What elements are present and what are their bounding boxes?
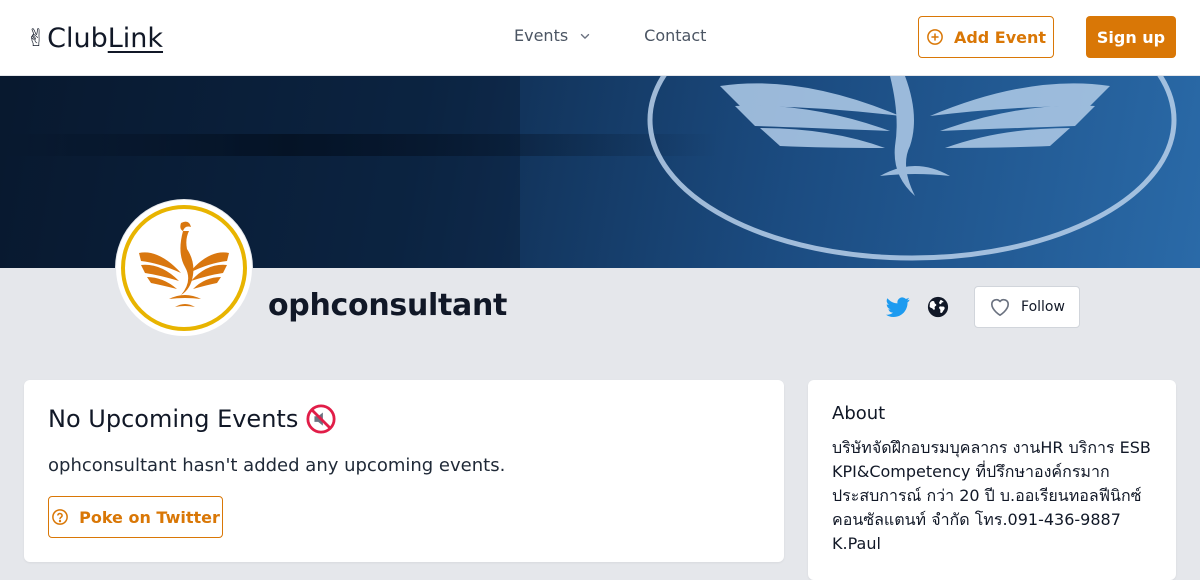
poke-on-twitter-button[interactable]: Poke on Twitter <box>48 496 223 538</box>
nav-events-label: Events <box>514 26 569 45</box>
logo-text-link: Link <box>107 22 164 54</box>
add-event-button[interactable]: Add Event <box>918 16 1054 58</box>
follow-label: Follow <box>1021 299 1065 315</box>
profile-avatar <box>116 200 252 336</box>
upcoming-events-card: No Upcoming Events ophconsultant hasn't … <box>24 380 784 562</box>
profile-name: ophconsultant <box>268 288 508 323</box>
nav-contact-link[interactable]: Contact <box>644 26 706 45</box>
about-line: K.Paul <box>832 534 881 553</box>
about-line: คอนซัลแตนท์ จำกัด โทร.091-436-9887 <box>832 510 1121 529</box>
no-events-message: ophconsultant hasn't added any upcoming … <box>48 455 506 476</box>
heart-outline-icon <box>991 298 1010 316</box>
signup-label: Sign up <box>1096 27 1166 47</box>
follow-button[interactable]: Follow <box>974 286 1080 328</box>
signup-button[interactable]: Sign up <box>1086 16 1176 58</box>
clublink-logo[interactable]: ✌ Club Link <box>26 22 163 54</box>
chevron-down-icon <box>580 33 590 39</box>
add-event-label: Add Event <box>953 27 1047 47</box>
phoenix-logo-icon <box>121 205 247 331</box>
question-circle-icon <box>52 509 68 525</box>
muted-speaker-icon <box>306 404 336 434</box>
logo-text-club: Club <box>47 22 108 54</box>
site-header: ✌ Club Link Events Contact Add Event Sign … <box>0 0 1200 76</box>
about-heading: About <box>832 403 886 424</box>
events-heading: No Upcoming Events <box>48 404 336 434</box>
events-title-text: No Upcoming Events <box>48 405 299 433</box>
about-line: ประสบการณ์ กว่า 20 ปี บ.ออเรียนทอลฟีนิกซ… <box>832 486 1142 505</box>
main-nav: Events Contact <box>514 26 706 45</box>
about-description: บริษัทจัดฝึกอบรมบุคลากร งานHR บริการ ESB… <box>832 436 1162 556</box>
nav-contact-label: Contact <box>644 26 707 45</box>
globe-icon[interactable] <box>927 296 949 318</box>
plus-circle-icon <box>927 29 943 45</box>
poke-label: Poke on Twitter <box>79 507 220 527</box>
about-line: บริษัทจัดฝึกอบรมบุคลากร งานHR บริการ ESB <box>832 438 1151 457</box>
victory-hand-icon: ✌ <box>26 24 47 52</box>
about-card: About บริษัทจัดฝึกอบรมบุคลากร งานHR บริก… <box>808 380 1176 580</box>
twitter-icon[interactable] <box>886 295 910 319</box>
about-line: KPI&Competency ที่ปรึกษาองค์กรมาก <box>832 462 1110 481</box>
nav-events-dropdown[interactable]: Events <box>514 26 592 45</box>
